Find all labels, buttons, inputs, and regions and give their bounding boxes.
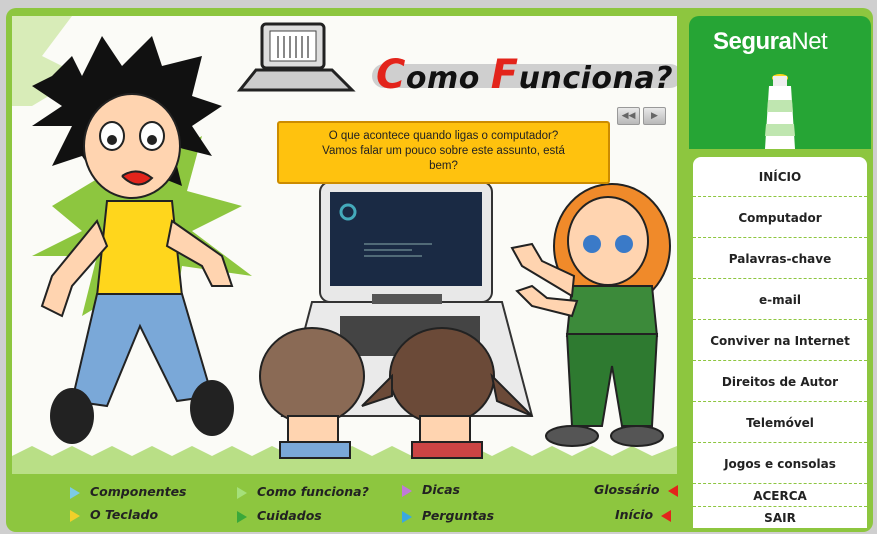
- nav-perguntas-label: Perguntas: [422, 508, 495, 523]
- rewind-button[interactable]: ◀◀: [617, 107, 640, 125]
- play-icon: ▶: [651, 111, 658, 121]
- nav-componentes-label: Componentes: [90, 484, 187, 499]
- sidebar: SeguraNet INÍCIO Computador Palavras-cha…: [689, 16, 871, 528]
- play-button[interactable]: ▶: [643, 107, 666, 125]
- speech-line-2: Vamos falar um pouco sobre este assunto,…: [322, 145, 565, 157]
- nav-cuidados[interactable]: Cuidados: [237, 508, 322, 523]
- sidebar-item-inicio[interactable]: INÍCIO: [693, 157, 867, 197]
- lighthouse-icon: [765, 74, 795, 149]
- nav-como-funciona[interactable]: Como funciona?: [237, 484, 369, 499]
- media-controls: ◀◀ ▶: [617, 107, 667, 125]
- nav-perguntas[interactable]: Perguntas: [402, 508, 494, 523]
- page-title: Como Funciona?: [376, 52, 673, 98]
- nav-cuidados-label: Cuidados: [257, 508, 322, 523]
- nav-dicas-label: Dicas: [422, 482, 460, 497]
- bottom-navigation: Componentes Como funciona? Dicas Glossár…: [62, 474, 678, 524]
- nav-glossario[interactable]: Glossário: [594, 482, 678, 497]
- content-stage: Como Funciona? O que acontece quando lig…: [12, 16, 677, 474]
- speech-line-3: bem?: [429, 160, 458, 172]
- sidebar-item-acerca[interactable]: ACERCA: [693, 485, 867, 507]
- sidebar-menu: INÍCIO Computador Palavras-chave e-mail …: [693, 157, 867, 528]
- girl-character: [510, 183, 671, 447]
- arrow-right-icon: [70, 509, 80, 522]
- arrow-right-icon: [70, 486, 80, 499]
- sidebar-item-direitos[interactable]: Direitos de Autor: [693, 362, 867, 402]
- sidebar-item-computador[interactable]: Computador: [693, 198, 867, 238]
- arrow-left-icon: [661, 509, 672, 522]
- sidebar-item-jogos[interactable]: Jogos e consolas: [693, 444, 867, 484]
- title-part-2: unciona?: [518, 61, 674, 96]
- arrow-right-icon: [402, 484, 412, 497]
- sidebar-item-telemovel[interactable]: Telemóvel: [693, 403, 867, 443]
- sidebar-item-palavras-chave[interactable]: Palavras-chave: [693, 239, 867, 279]
- arrow-right-icon: [402, 510, 412, 523]
- title-part-1: omo: [405, 61, 491, 96]
- nav-dicas[interactable]: Dicas: [402, 482, 460, 497]
- arrow-right-icon: [237, 486, 247, 499]
- title-cap-f: F: [490, 52, 519, 98]
- title-cap-c: C: [376, 52, 406, 98]
- nav-componentes[interactable]: Componentes: [70, 484, 187, 499]
- rewind-icon: ◀◀: [621, 111, 636, 121]
- nav-como-funciona-label: Como funciona?: [257, 484, 369, 499]
- seguranet-logo: SeguraNet: [689, 16, 871, 149]
- nav-o-teclado[interactable]: O Teclado: [70, 507, 158, 522]
- speech-box: O que acontece quando ligas o computador…: [277, 121, 610, 184]
- sidebar-item-sair[interactable]: SAIR: [693, 508, 867, 528]
- arrow-left-icon: [667, 484, 678, 497]
- nav-glossario-label: Glossário: [594, 482, 660, 497]
- app-window: Como Funciona? O que acontece quando lig…: [0, 0, 877, 534]
- sidebar-item-conviver[interactable]: Conviver na Internet: [693, 321, 867, 361]
- speech-line-1: O que acontece quando ligas o computador…: [328, 130, 559, 142]
- sidebar-item-email[interactable]: e-mail: [693, 280, 867, 320]
- nav-inicio-label: Início: [615, 507, 654, 522]
- nav-inicio[interactable]: Início: [615, 507, 672, 522]
- nav-o-teclado-label: O Teclado: [90, 507, 159, 522]
- laptop-icon: [236, 22, 356, 92]
- arrow-right-icon: [237, 510, 247, 523]
